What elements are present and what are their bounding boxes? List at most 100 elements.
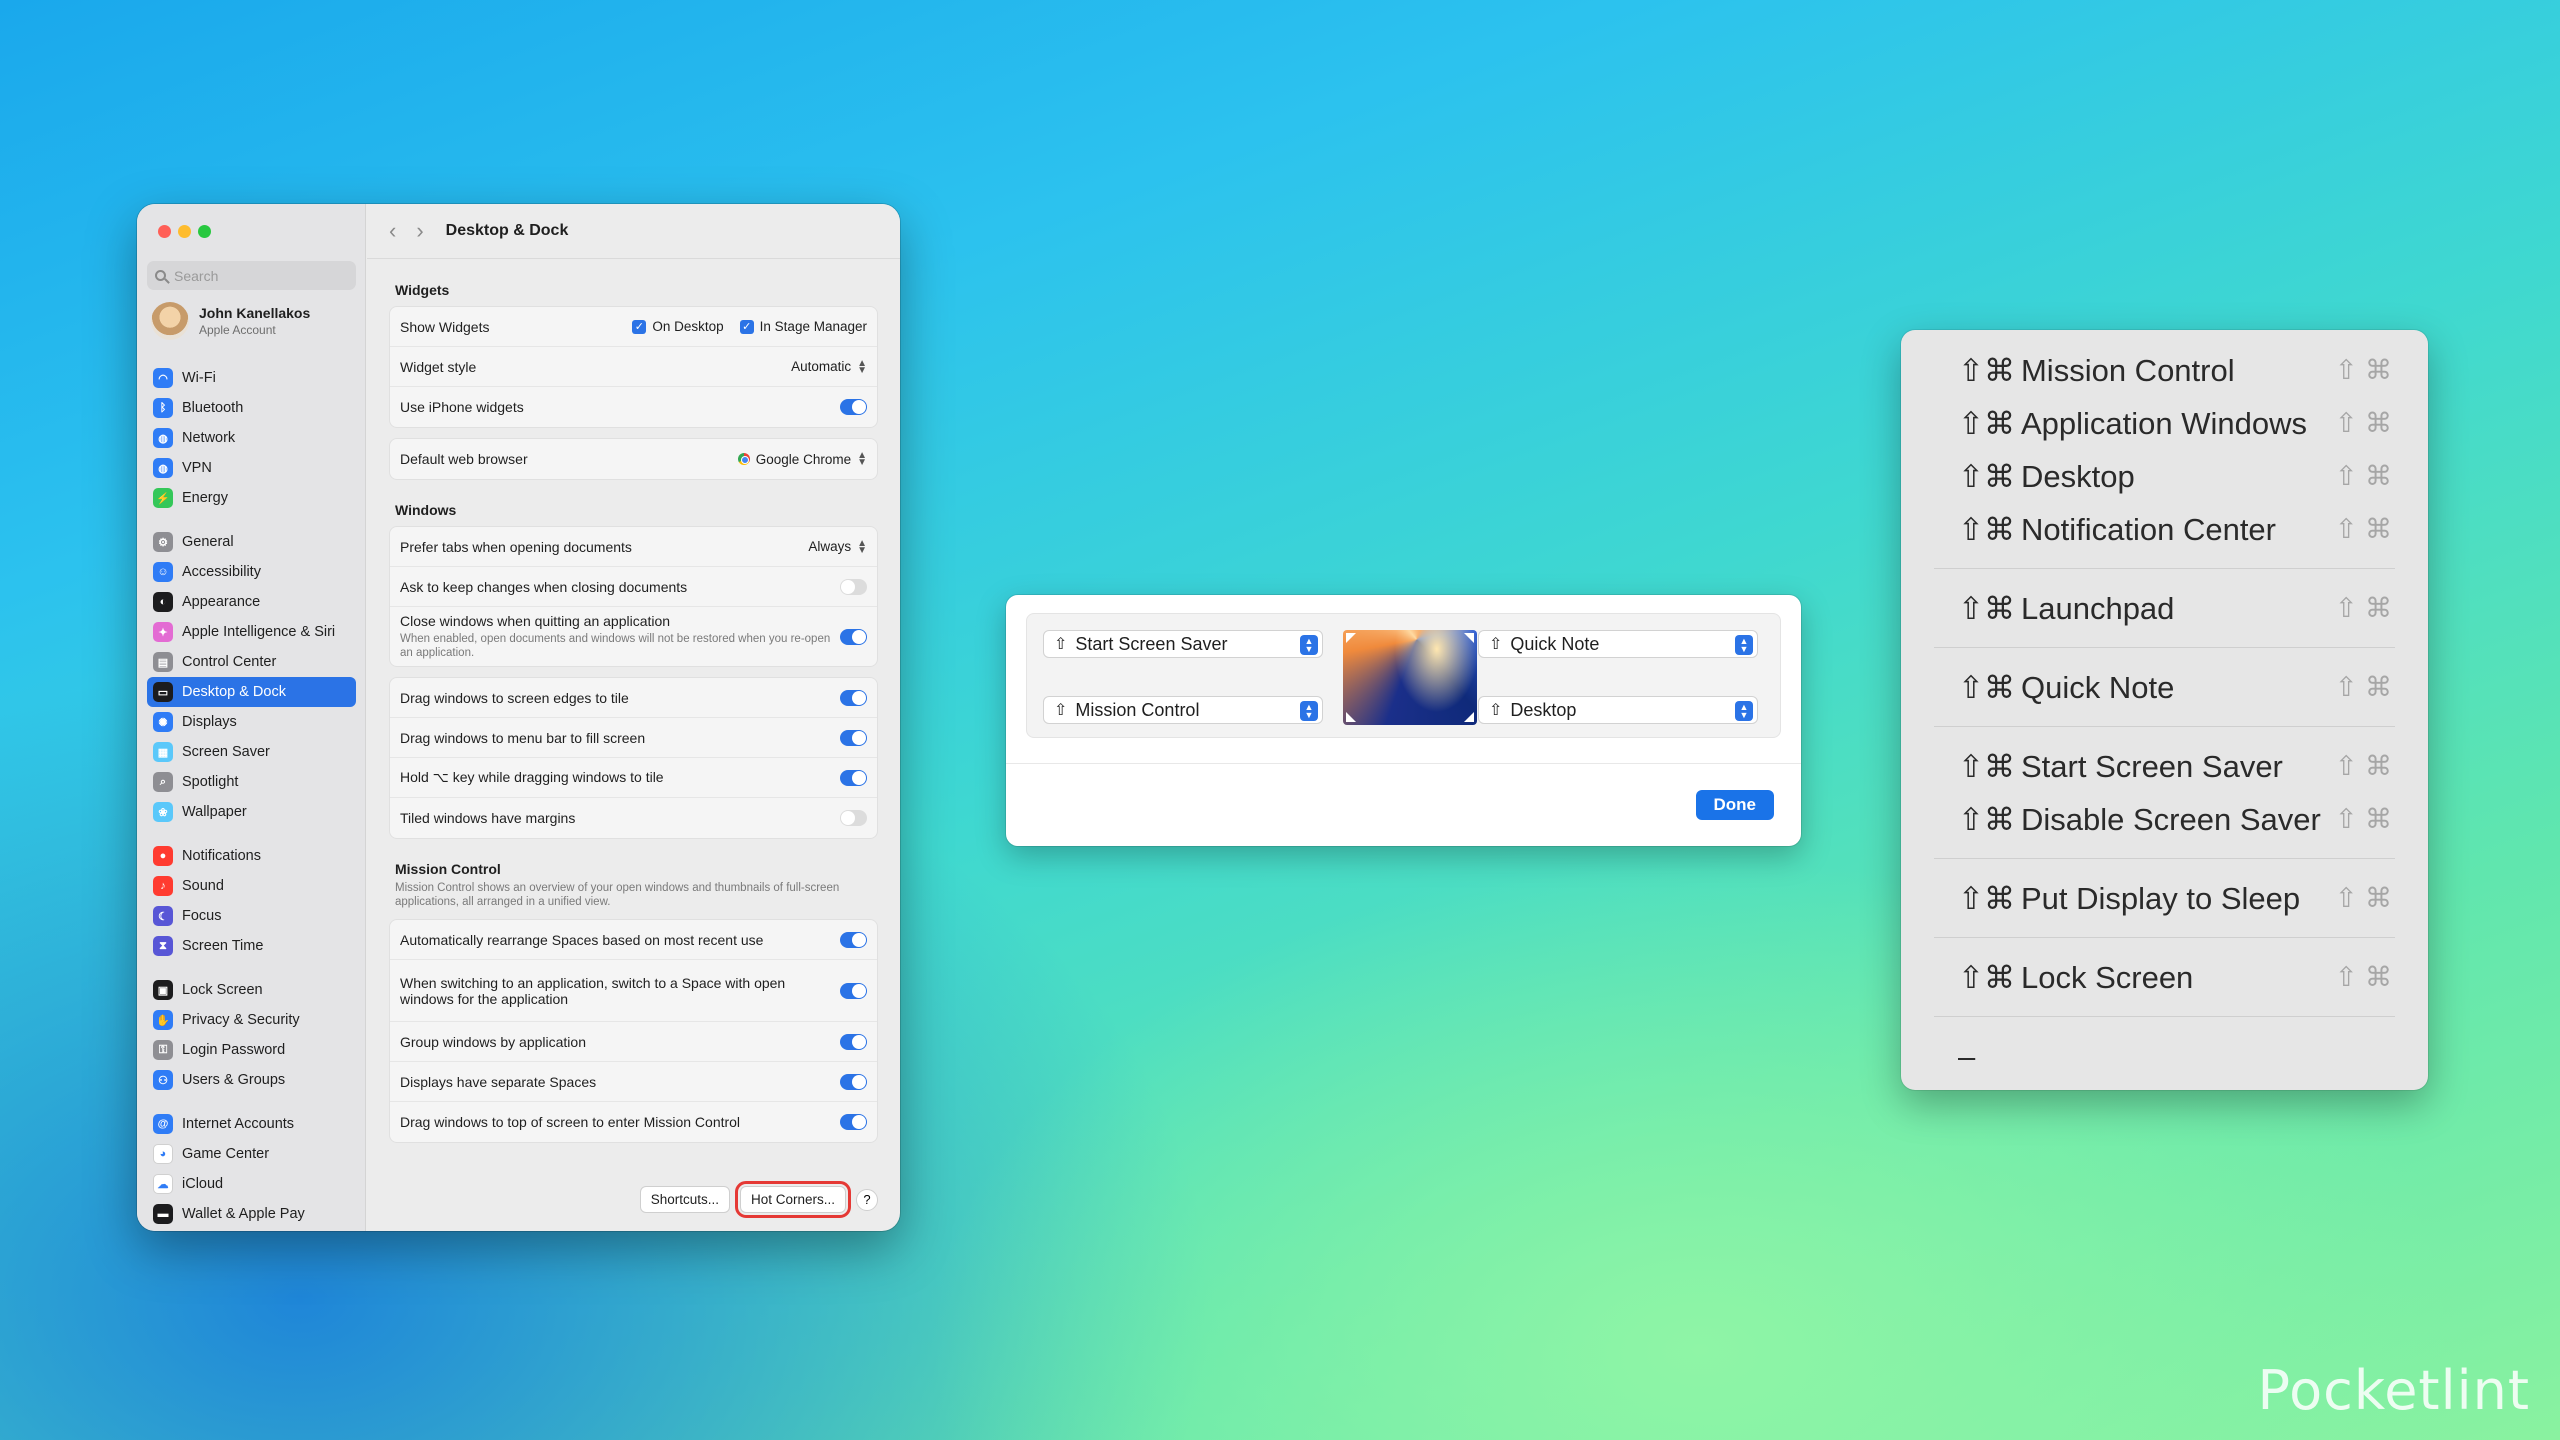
bottom-right-corner-popup[interactable]: ⇧ Desktop ▲ ▼ (1478, 696, 1758, 724)
sidebar-item-network[interactable]: ◍ Network (147, 423, 356, 453)
sidebar-item-label: Network (182, 430, 236, 446)
menu-item-put-display-to-sleep[interactable]: ⇧⌘ Put Display to Sleep ⇧ ⌘ (1901, 872, 2428, 925)
top-right-corner-popup[interactable]: ⇧ Quick Note ▲ ▼ (1478, 630, 1758, 658)
sidebar-item-screen-time[interactable]: ⧗ Screen Time (147, 931, 356, 961)
chrome-icon (737, 453, 750, 465)
top-left-corner-popup[interactable]: ⇧ Start Screen Saver ▲ ▼ (1043, 630, 1323, 658)
menu-item-notification-center[interactable]: ⇧⌘ Notification Center ⇧ ⌘ (1901, 503, 2428, 556)
shift-command-icon: ⇧⌘ (1958, 511, 2015, 547)
group-windows-row: Group windows by application (390, 1022, 877, 1062)
sidebar-item-users-groups[interactable]: ⚇ Users & Groups (147, 1065, 356, 1095)
sidebar-item-wi-fi[interactable]: ◠ Wi-Fi (147, 363, 356, 393)
sidebar-item-screen-saver[interactable]: ▦ Screen Saver (147, 737, 356, 767)
desktop-preview-image (1343, 630, 1477, 725)
group-windows-toggle[interactable] (840, 1033, 867, 1050)
apple-account[interactable]: John Kanellakos Apple Account (151, 302, 310, 340)
mission-control-group: Automatically rearrange Spaces based on … (389, 919, 878, 1143)
sidebar-item-energy[interactable]: ⚡ Energy (147, 483, 356, 513)
sidebar-item-label: Screen Saver (182, 744, 270, 760)
use-iphone-widgets-label: Use iPhone widgets (400, 399, 524, 415)
wallpaper-icon: ❀ (153, 802, 173, 822)
network-icon: ◍ (153, 428, 173, 448)
in-stage-manager-checkbox[interactable]: ✓ In Stage Manager (739, 319, 867, 334)
back-chevron-icon[interactable]: ‹ (389, 218, 396, 244)
sidebar-item-focus[interactable]: ☾ Focus (147, 901, 356, 931)
menu-item-application-windows[interactable]: ⇧⌘ Application Windows ⇧ ⌘ (1901, 397, 2428, 450)
sidebar-item-label: Energy (182, 490, 228, 506)
modifier-shortcut-icon: ⇧ ⌘ (2334, 408, 2392, 438)
widget-style-popup[interactable]: Automatic ▲ ▼ (791, 358, 867, 375)
sidebar-item-spotlight[interactable]: ⌕ Spotlight (147, 767, 356, 797)
minimize-window-button[interactable] (178, 225, 191, 238)
menu-item-disable-screen-saver[interactable]: ⇧⌘ Disable Screen Saver ⇧ ⌘ (1901, 793, 2428, 846)
sidebar-item-sound[interactable]: ♪ Sound (147, 871, 356, 901)
menu-separator (1934, 937, 2395, 938)
sidebar-item-control-center[interactable]: ▤ Control Center (147, 647, 356, 677)
bottom-left-corner-popup[interactable]: ⇧ Mission Control ▲ ▼ (1043, 696, 1323, 724)
ask-keep-changes-toggle[interactable] (840, 578, 867, 595)
sidebar-nav: ◠ Wi-Fi ᛒ Bluetooth ◍ Network ◍ VPN ⚡ Energy ⚙ Gene… (147, 363, 356, 1229)
bottom-left-corner-value: Mission Control (1075, 699, 1200, 720)
hot-corners-button[interactable]: Hot Corners... (734, 1181, 852, 1218)
sidebar-item-login-password[interactable]: ⚿ Login Password (147, 1035, 356, 1065)
zoom-window-button[interactable] (198, 225, 211, 238)
privacy-icon: ✋ (153, 1010, 173, 1030)
done-button[interactable]: Done (1695, 790, 1774, 820)
drag-edges-toggle[interactable] (840, 689, 867, 706)
default-browser-row: Default web browser Google Chrome ▲ ▼ (390, 439, 877, 479)
hold-key-toggle[interactable] (840, 769, 867, 786)
on-desktop-checkbox[interactable]: ✓ On Desktop (632, 319, 724, 334)
sidebar-item-bluetooth[interactable]: ᛒ Bluetooth (147, 393, 356, 423)
sidebar-item-icloud[interactable]: ☁ iCloud (147, 1169, 356, 1199)
sidebar-item-lock-screen[interactable]: ▣ Lock Screen (147, 975, 356, 1005)
sidebar-item-apple-intelligence-siri[interactable]: ✦ Apple Intelligence & Siri (147, 617, 356, 647)
sidebar-item-appearance[interactable]: ◐ Appearance (147, 587, 356, 617)
sidebar-item-notifications[interactable]: ● Notifications (147, 841, 356, 871)
use-iphone-widgets-toggle[interactable] (840, 399, 867, 415)
auto-rearrange-toggle[interactable] (840, 931, 867, 948)
sidebar-item-internet-accounts[interactable]: @ Internet Accounts (147, 1109, 356, 1139)
search-input[interactable]: Search (147, 261, 356, 290)
sidebar-item-game-center[interactable]: ◕ Game Center (147, 1139, 356, 1169)
separate-spaces-toggle[interactable] (840, 1073, 867, 1090)
sidebar-item-label: Bluetooth (182, 400, 244, 416)
help-button[interactable]: ? (856, 1188, 878, 1211)
drag-top-toggle[interactable] (840, 1114, 867, 1130)
tiled-margins-toggle[interactable] (840, 810, 867, 826)
bottom-right-corner-value: Desktop (1510, 699, 1577, 720)
close-windows-toggle[interactable] (840, 628, 867, 645)
sidebar-item-wallet-apple-pay[interactable]: ▬ Wallet & Apple Pay (147, 1199, 356, 1229)
menu-item-desktop[interactable]: ⇧⌘ Desktop ⇧ ⌘ (1901, 450, 2428, 503)
sidebar-item-accessibility[interactable]: ☺ Accessibility (147, 557, 356, 587)
prefer-tabs-popup[interactable]: Always ▲ ▼ (808, 538, 867, 555)
close-windows-row: Close windows when quitting an applicati… (390, 607, 877, 666)
switch-space-toggle[interactable] (840, 982, 867, 999)
corner-marker-icon (1346, 633, 1356, 643)
menu-item-start-screen-saver[interactable]: ⇧⌘ Start Screen Saver ⇧ ⌘ (1901, 740, 2428, 793)
menu-item-mission-control[interactable]: ⇧⌘ Mission Control ⇧ ⌘ (1901, 344, 2428, 397)
menu-item-lock-screen[interactable]: ⇧⌘ Lock Screen ⇧ ⌘ (1901, 951, 2428, 1004)
drag-menu-bar-toggle[interactable] (840, 729, 867, 746)
shift-key-icon: ⇧ (1054, 636, 1068, 653)
menu-separator (1934, 647, 2395, 648)
menu-item-quick-note[interactable]: ⇧⌘ Quick Note ⇧ ⌘ (1901, 661, 2428, 714)
menu-item-launchpad[interactable]: ⇧⌘ Launchpad ⇧ ⌘ (1901, 582, 2428, 635)
sidebar-item-general[interactable]: ⚙ General (147, 527, 356, 557)
forward-chevron-icon[interactable]: › (416, 218, 423, 244)
sidebar-item-displays[interactable]: ✺ Displays (147, 707, 356, 737)
sidebar-item-privacy-security[interactable]: ✋ Privacy & Security (147, 1005, 356, 1035)
on-desktop-label: On Desktop (652, 319, 724, 334)
widget-style-row: Widget style Automatic ▲ ▼ (390, 347, 877, 387)
sidebar-item-wallpaper[interactable]: ❀ Wallpaper (147, 797, 356, 827)
sidebar-item-desktop-dock[interactable]: ▭ Desktop & Dock (147, 677, 356, 707)
default-browser-popup[interactable]: Google Chrome ▲ ▼ (737, 451, 867, 468)
close-window-button[interactable] (158, 225, 171, 238)
menu-item-label: Notification Center (2020, 511, 2276, 547)
menu-item-label: Lock Screen (2020, 959, 2194, 995)
updown-icon: ▲ ▼ (1300, 701, 1318, 721)
internet-accounts-icon: @ (153, 1114, 173, 1134)
sidebar-item-vpn[interactable]: ◍ VPN (147, 453, 356, 483)
shortcuts-button[interactable]: Shortcuts... (639, 1186, 730, 1213)
drag-menu-bar-row: Drag windows to menu bar to fill screen (390, 718, 877, 758)
menu-item-none[interactable]: – (1901, 1030, 2428, 1083)
